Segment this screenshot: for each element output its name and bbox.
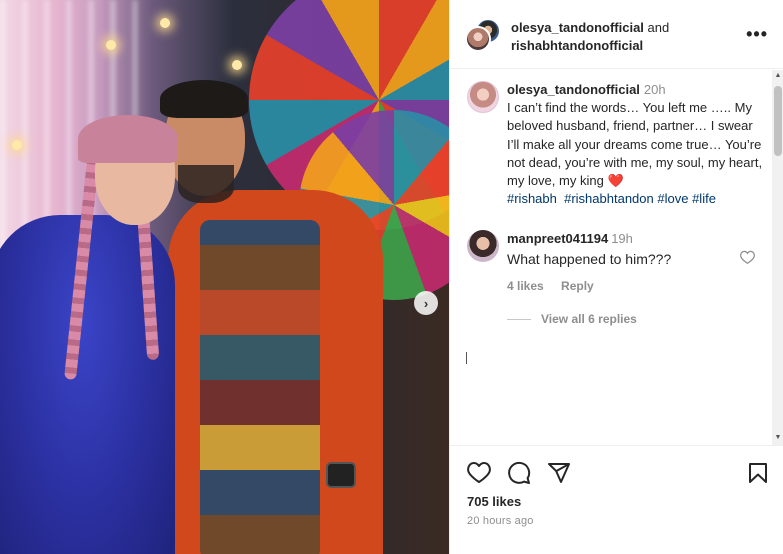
scrollbar-thumb[interactable] [774, 86, 782, 156]
bookmark-icon [749, 463, 767, 483]
reply-button[interactable]: Reply [561, 279, 594, 293]
text-cursor [466, 352, 467, 364]
view-replies-label: View all 6 replies [541, 312, 637, 326]
fairy-light [160, 18, 170, 28]
post-photo: › [0, 0, 449, 554]
fairy-light [12, 140, 22, 150]
username-link[interactable]: rishabhtandonofficial [511, 38, 643, 53]
avatar[interactable] [467, 81, 499, 113]
likes-count[interactable]: 705 likes [467, 494, 521, 509]
collab-avatars[interactable] [465, 18, 501, 52]
comment-text: What happened to him??? [507, 251, 672, 267]
divider-line [507, 318, 531, 320]
hashtag-link[interactable]: #love [657, 191, 688, 206]
fairy-light [232, 60, 242, 70]
scroll-down-icon[interactable]: ▼ [772, 432, 783, 444]
comment-like-button[interactable] [740, 250, 755, 268]
share-icon [548, 463, 570, 483]
hashtag-link[interactable]: #rishabhtandon [564, 191, 654, 206]
heart-icon [467, 462, 491, 483]
chevron-right-icon: › [423, 295, 429, 311]
comments-section[interactable]: olesya_tandonofficial 20h I can’t find th… [450, 70, 783, 446]
person-woman-hair [78, 115, 178, 163]
username-link[interactable]: olesya_tandonofficial [511, 20, 644, 35]
post-actions: 705 likes 20 hours ago [450, 447, 783, 554]
caption-body: I can’t find the words… You left me ….. … [507, 100, 763, 189]
avatar[interactable] [467, 230, 499, 262]
post-timestamp: 20 hours ago [467, 515, 534, 527]
comment-likes-link[interactable]: 4 likes [507, 279, 544, 293]
person-man-beard [178, 165, 234, 203]
post-side-panel: olesya_tandonofficial and rishabhtandono… [449, 0, 783, 554]
comment-button[interactable] [507, 461, 531, 485]
wristwatch [326, 462, 356, 488]
comments-scrollbar[interactable]: ▲ ▼ [772, 70, 783, 445]
heart-emoji: ❤️ [607, 173, 624, 189]
heart-icon [740, 250, 755, 264]
more-options-button[interactable]: ••• [746, 24, 768, 45]
comment-meta: 4 likes Reply [507, 279, 608, 293]
comment-icon [508, 461, 531, 484]
next-photo-button[interactable]: › [414, 291, 438, 315]
share-button[interactable] [547, 461, 571, 485]
post-header: olesya_tandonofficial and rishabhtandono… [450, 0, 783, 69]
caption-text: olesya_tandonofficial 20h I can’t find th… [507, 81, 765, 208]
hashtag-link[interactable]: #rishabh [507, 191, 557, 206]
fairy-light [106, 40, 116, 50]
hashtag-link[interactable]: #life [692, 191, 716, 206]
view-replies-button[interactable]: View all 6 replies [507, 312, 637, 326]
collab-names: olesya_tandonofficial and rishabhtandono… [511, 19, 669, 55]
and-text: and [647, 20, 670, 35]
person-man-hair [160, 80, 248, 118]
patchwork-kurta [200, 220, 320, 554]
username-link[interactable]: manpreet041194 [507, 231, 608, 246]
username-link[interactable]: olesya_tandonofficial [507, 82, 640, 97]
comment-header: manpreet041194 19h [507, 231, 633, 246]
like-button[interactable] [467, 461, 491, 485]
timestamp: 19h [611, 231, 633, 246]
scroll-up-icon[interactable]: ▲ [772, 70, 783, 82]
timestamp: 20h [643, 82, 666, 97]
more-icon: ••• [746, 24, 768, 44]
save-button[interactable] [746, 461, 770, 485]
avatar[interactable] [465, 26, 491, 52]
